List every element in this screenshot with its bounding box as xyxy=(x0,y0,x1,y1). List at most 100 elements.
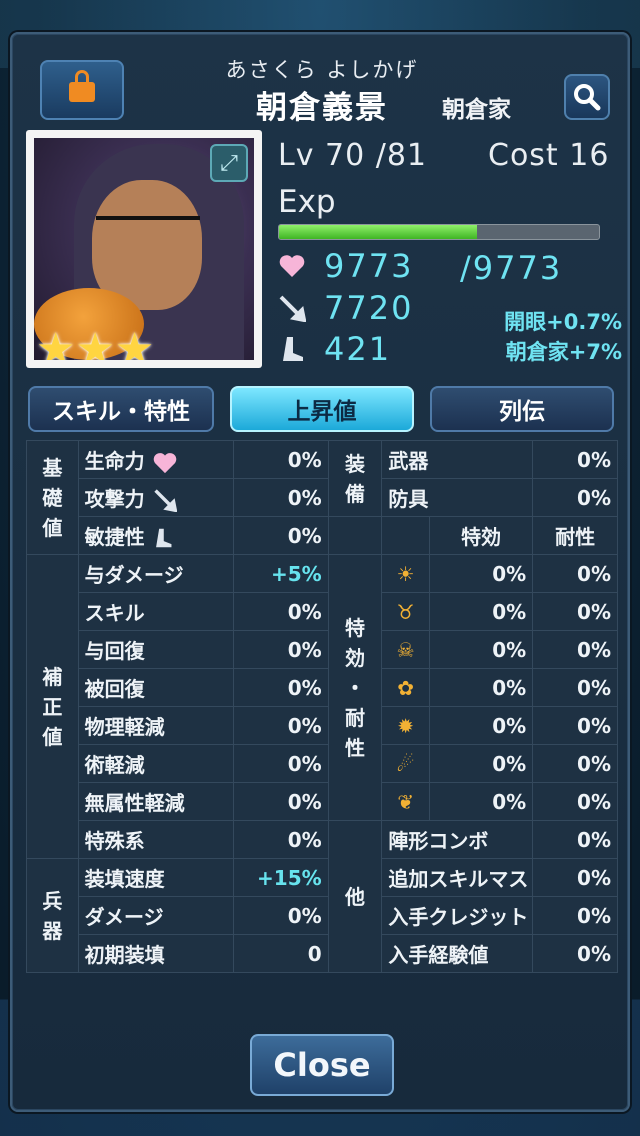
rarity-stars: ★ ★ ★ xyxy=(36,324,155,361)
other-label: 追加スキルマス xyxy=(381,858,534,897)
stat-value: 0% xyxy=(232,896,329,935)
stat-value: 0% xyxy=(232,744,329,783)
table-row: 基 礎 値 生命力 0% 装 備 武器 0% xyxy=(26,440,618,555)
stat-label-attack: 攻撃力 xyxy=(77,478,234,517)
table-row: 無属性軽減 0% ❦ 0% 0% xyxy=(27,782,618,821)
other-value: 0% xyxy=(532,934,618,973)
stat-value: 0% xyxy=(232,630,329,669)
close-button[interactable]: Close xyxy=(250,1034,394,1096)
resist-value: 0% xyxy=(532,668,618,707)
tab-skill-traits[interactable]: スキル・特性 xyxy=(28,386,214,432)
tab-growth-values[interactable]: 上昇値 xyxy=(230,386,414,432)
stat-label: 与ダメージ xyxy=(77,554,234,593)
effect-value: 0% xyxy=(428,782,534,821)
equip-value-armor: 0% xyxy=(532,478,618,517)
effect-value: 0% xyxy=(428,668,534,707)
resist-value: 0% xyxy=(532,782,618,821)
stat-value: +15% xyxy=(232,858,329,897)
name-reading: あさくら よしかげ xyxy=(225,58,419,82)
search-button[interactable] xyxy=(564,74,610,120)
category-weapon: 兵 器 xyxy=(26,858,79,973)
clan-name: 朝倉家 xyxy=(442,97,511,123)
lock-icon xyxy=(69,70,95,102)
stat-value-attack: 0% xyxy=(232,478,329,517)
growth-stats-table: 基 礎 値 生命力 0% 装 備 武器 0% 攻撃力 0% 防具 0% 敏捷性 … xyxy=(26,440,618,973)
stat-label: 装填速度 xyxy=(77,858,234,897)
agility-row: 421 xyxy=(278,330,391,368)
equip-label-armor: 防具 xyxy=(381,478,534,517)
sword-icon xyxy=(154,489,177,513)
other-value: 0% xyxy=(532,896,618,935)
resist-value: 0% xyxy=(532,554,618,593)
stat-label: 術軽減 xyxy=(77,744,234,783)
stat-value: 0% xyxy=(232,592,329,631)
resist-value: 0% xyxy=(532,630,618,669)
sword-icon xyxy=(278,294,306,322)
category-special: 特 効 ・ 耐 性 xyxy=(327,554,383,821)
lock-button[interactable] xyxy=(40,60,124,120)
exp-bar-fill xyxy=(279,225,478,239)
clan-bonus: 朝倉家+7% xyxy=(505,340,622,364)
effect-value: 0% xyxy=(428,706,534,745)
header-effect: 特効 xyxy=(428,516,534,555)
header-resist: 耐性 xyxy=(532,516,618,555)
table-row: ダメージ 0% 入手クレジット 0% xyxy=(27,896,618,935)
blank-cell xyxy=(381,516,430,555)
star-icon: ★ xyxy=(36,324,76,361)
hp-max: /9773 xyxy=(460,249,563,287)
attack-row: 7720 xyxy=(278,289,413,327)
category-correction: 補 正 値 xyxy=(26,554,79,859)
other-label: 入手クレジット xyxy=(381,896,534,935)
search-icon xyxy=(574,84,601,111)
stat-value: 0% xyxy=(232,820,329,859)
character-portrait[interactable]: ★ ★ ★ ⤢ xyxy=(26,130,262,368)
expand-button[interactable]: ⤢ xyxy=(210,144,248,182)
character-detail-panel: あさくら よしかげ 朝倉義景 朝倉家 ★ ★ ★ ⤢ Lv 70 /81 Cost … xyxy=(10,32,630,1112)
heart-icon xyxy=(278,252,306,280)
spiral-icon: ☄ xyxy=(381,744,430,783)
skull-icon: ☠ xyxy=(381,630,430,669)
stat-label: 無属性軽減 xyxy=(77,782,234,821)
equip-label-weapon: 武器 xyxy=(381,440,534,479)
equip-value-weapon: 0% xyxy=(532,440,618,479)
star-icon: ★ xyxy=(114,324,155,361)
table-row: 与回復 0% ☠ 0% 0% xyxy=(27,630,618,669)
resist-value: 0% xyxy=(532,744,618,783)
stat-value: +5% xyxy=(232,554,329,593)
cost-text: Cost 16 xyxy=(488,138,610,173)
stat-label: ダメージ xyxy=(77,896,234,935)
boot-icon xyxy=(278,335,306,363)
stat-value: 0% xyxy=(232,782,329,821)
other-value: 0% xyxy=(532,858,618,897)
heart-icon xyxy=(153,452,176,473)
other-label: 陣形コンボ xyxy=(381,820,534,859)
blank-cell xyxy=(327,516,383,555)
effect-value: 0% xyxy=(428,554,534,593)
stat-label-agility: 敏捷性 xyxy=(77,516,234,555)
gear-icon: ✹ xyxy=(381,706,430,745)
stat-label-hp: 生命力 xyxy=(77,440,234,479)
effect-value: 0% xyxy=(428,592,534,631)
stat-value: 0% xyxy=(232,668,329,707)
stat-label: 与回復 xyxy=(77,630,234,669)
table-row: スキル 0% ♉ 0% 0% xyxy=(27,592,618,631)
effect-value: 0% xyxy=(428,630,534,669)
tab-biography[interactable]: 列伝 xyxy=(430,386,614,432)
stat-label: 初期装填 xyxy=(77,934,234,973)
stat-value-agility: 0% xyxy=(232,516,329,555)
category-other: 他 xyxy=(327,820,383,973)
star-icon: ★ xyxy=(75,324,115,361)
attack-value: 7720 xyxy=(324,289,414,327)
character-name: 朝倉義景 xyxy=(256,90,388,126)
table-row: 初期装填 0 入手経験値 0% xyxy=(27,934,618,973)
stat-label: スキル xyxy=(77,592,234,631)
resist-value: 0% xyxy=(532,706,618,745)
table-row: 敏捷性 0% 特効 耐性 xyxy=(27,516,618,555)
stat-value: 0 xyxy=(232,934,329,973)
hp-row: 9773 xyxy=(278,247,413,285)
stat-label: 被回復 xyxy=(77,668,234,707)
other-label: 入手経験値 xyxy=(381,934,534,973)
category-equip: 装 備 xyxy=(327,440,383,517)
stat-label: 物理軽減 xyxy=(77,706,234,745)
table-row: 攻撃力 0% 防具 0% xyxy=(27,478,618,517)
